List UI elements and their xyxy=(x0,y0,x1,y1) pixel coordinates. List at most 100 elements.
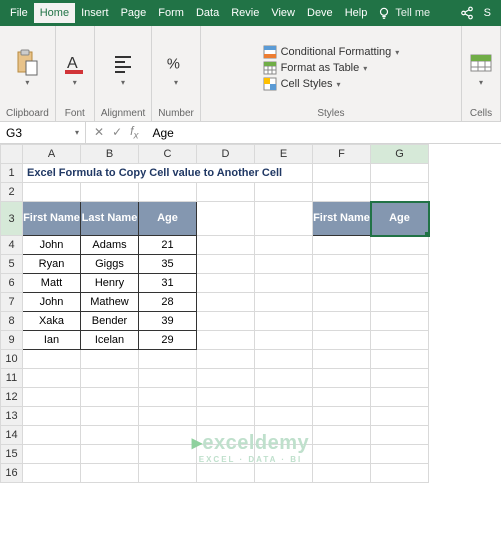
side-header-age[interactable]: Age xyxy=(371,202,429,236)
col-header[interactable]: C xyxy=(139,145,197,164)
cell[interactable] xyxy=(255,274,313,293)
cell[interactable]: John xyxy=(23,293,81,312)
cell[interactable] xyxy=(197,202,255,236)
cell[interactable] xyxy=(371,331,429,350)
cell[interactable] xyxy=(197,350,255,369)
alignment-icon[interactable] xyxy=(110,50,136,76)
cell[interactable] xyxy=(371,426,429,445)
cell[interactable] xyxy=(139,350,197,369)
cell[interactable] xyxy=(371,255,429,274)
row-header[interactable]: 7 xyxy=(1,293,23,312)
cell[interactable] xyxy=(197,407,255,426)
cell[interactable] xyxy=(313,331,371,350)
sheet-title[interactable]: Excel Formula to Copy Cell value to Anot… xyxy=(23,164,313,183)
cell[interactable] xyxy=(197,464,255,483)
cell[interactable]: Adams xyxy=(81,236,139,255)
cell[interactable]: Henry xyxy=(81,274,139,293)
share-label[interactable]: S xyxy=(478,3,497,23)
cell[interactable] xyxy=(313,369,371,388)
cell[interactable] xyxy=(313,164,371,183)
cell[interactable]: Bender xyxy=(81,312,139,331)
cell[interactable] xyxy=(313,183,371,202)
cell[interactable] xyxy=(371,312,429,331)
font-dropdown-icon[interactable]: ▾ xyxy=(73,78,77,87)
font-color-icon[interactable]: A xyxy=(62,50,88,76)
cell[interactable] xyxy=(23,183,81,202)
row-header[interactable]: 8 xyxy=(1,312,23,331)
col-header[interactable]: E xyxy=(255,145,313,164)
cell[interactable] xyxy=(255,331,313,350)
cell[interactable]: Ian xyxy=(23,331,81,350)
row-header[interactable]: 6 xyxy=(1,274,23,293)
cell[interactable] xyxy=(139,426,197,445)
paste-dropdown-icon[interactable]: ▾ xyxy=(25,78,29,87)
name-box[interactable]: G3 ▾ xyxy=(0,122,86,143)
cells-icon[interactable] xyxy=(468,50,494,76)
tell-me-search[interactable]: Tell me xyxy=(395,7,430,19)
col-header[interactable]: F xyxy=(313,145,371,164)
cell[interactable] xyxy=(313,445,371,464)
tab-page[interactable]: Page xyxy=(115,3,153,23)
cell[interactable] xyxy=(23,388,81,407)
cell[interactable]: 21 xyxy=(139,236,197,255)
cell[interactable] xyxy=(313,407,371,426)
cell[interactable] xyxy=(197,183,255,202)
cell[interactable] xyxy=(81,388,139,407)
share-icon[interactable] xyxy=(460,6,474,20)
cell[interactable] xyxy=(255,312,313,331)
cell[interactable] xyxy=(371,369,429,388)
tab-home[interactable]: Home xyxy=(34,3,75,23)
cell[interactable] xyxy=(255,202,313,236)
col-header[interactable]: B xyxy=(81,145,139,164)
cell[interactable] xyxy=(371,388,429,407)
cell[interactable] xyxy=(23,426,81,445)
row-header[interactable]: 4 xyxy=(1,236,23,255)
cell[interactable]: Giggs xyxy=(81,255,139,274)
tab-formulas[interactable]: Form xyxy=(152,3,190,23)
cell[interactable] xyxy=(255,369,313,388)
cell[interactable] xyxy=(81,464,139,483)
cell[interactable] xyxy=(197,293,255,312)
number-dropdown-icon[interactable]: ▾ xyxy=(174,78,178,87)
cell[interactable] xyxy=(197,236,255,255)
cell[interactable]: John xyxy=(23,236,81,255)
conditional-formatting-button[interactable]: Conditional Formatting ▾ xyxy=(261,44,402,60)
header-last-name[interactable]: Last Name xyxy=(81,202,139,236)
side-header-first-name[interactable]: First Name xyxy=(313,202,371,236)
cell[interactable] xyxy=(197,312,255,331)
cell[interactable] xyxy=(81,350,139,369)
tab-help[interactable]: Help xyxy=(339,3,374,23)
cell[interactable] xyxy=(371,274,429,293)
cell[interactable] xyxy=(371,293,429,312)
row-header[interactable]: 9 xyxy=(1,331,23,350)
cell[interactable] xyxy=(255,236,313,255)
cell[interactable] xyxy=(371,445,429,464)
fx-icon[interactable]: fx xyxy=(130,124,138,141)
cell[interactable]: 29 xyxy=(139,331,197,350)
cell[interactable]: 31 xyxy=(139,274,197,293)
cell[interactable] xyxy=(313,274,371,293)
cell[interactable] xyxy=(255,407,313,426)
cell[interactable]: 28 xyxy=(139,293,197,312)
fill-handle[interactable] xyxy=(425,232,429,236)
paste-icon[interactable] xyxy=(14,50,40,76)
cell[interactable]: 39 xyxy=(139,312,197,331)
tab-data[interactable]: Data xyxy=(190,3,225,23)
cell[interactable] xyxy=(139,464,197,483)
cell[interactable] xyxy=(23,350,81,369)
cell[interactable] xyxy=(371,236,429,255)
cell[interactable] xyxy=(313,312,371,331)
cell[interactable] xyxy=(23,369,81,388)
cell[interactable] xyxy=(371,183,429,202)
col-header[interactable]: D xyxy=(197,145,255,164)
cell[interactable] xyxy=(255,464,313,483)
cell[interactable]: Icelan xyxy=(81,331,139,350)
cell[interactable] xyxy=(313,293,371,312)
cell[interactable] xyxy=(81,183,139,202)
row-header[interactable]: 5 xyxy=(1,255,23,274)
row-header[interactable]: 14 xyxy=(1,426,23,445)
cell[interactable] xyxy=(139,369,197,388)
cell[interactable] xyxy=(81,426,139,445)
cell[interactable] xyxy=(81,407,139,426)
cell[interactable] xyxy=(197,274,255,293)
